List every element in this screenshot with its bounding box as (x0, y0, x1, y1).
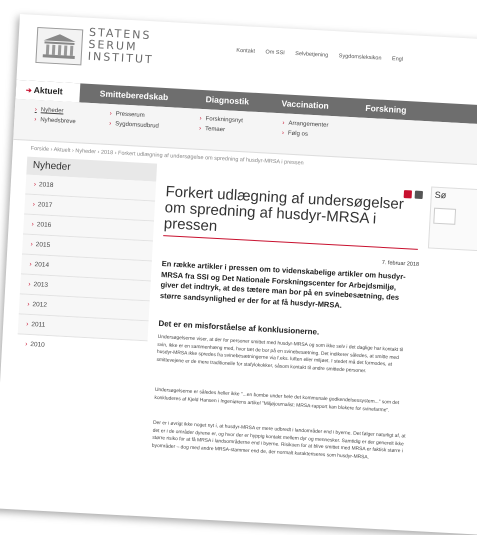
subnav-col-4: Arrangementer Følg os (282, 118, 329, 140)
chevron-right-icon: › (32, 200, 36, 209)
tab-label: Aktuelt (33, 84, 63, 97)
sidebar-item-label: 2016 (36, 221, 52, 229)
arrow-icon: ➔ (25, 87, 32, 95)
chevron-right-icon: › (30, 240, 33, 249)
sidebar-item-label: 2018 (38, 181, 54, 190)
subnav-item-sygdomsudbrud[interactable]: Sygdomsudbrud (109, 119, 159, 132)
chevron-right-icon: › (28, 280, 31, 288)
article-subheading: Det er en misforståelse af konklusionern… (158, 318, 320, 337)
brand-line-3: INSTITUT (87, 49, 154, 67)
chevron-right-icon: › (31, 220, 34, 229)
article: Forkert udlægning af undersøgelser om sp… (152, 172, 424, 460)
subnav-col-2: Presserum Sygdomsudbrud (109, 109, 160, 132)
subnav-col-1: Nyheder Nyhedsbreve (34, 105, 76, 127)
brand-name: STATENS SERUM INSTITUT (87, 26, 155, 67)
sidebar-item-label: 2011 (31, 321, 46, 329)
page-photo: STATENS SERUM INSTITUT Kontakt Om SSI Se… (0, 14, 477, 535)
sidebar-item-label: 2015 (35, 241, 51, 249)
subnav-col-3: Forskningsnyt Temaer (199, 114, 243, 136)
chevron-right-icon: › (26, 320, 29, 328)
sidebar-item-label: 2014 (34, 261, 50, 269)
article-paragraph-1: Undersøgelserne viser, at der for person… (156, 334, 404, 375)
ssi-logo[interactable] (35, 26, 84, 66)
sidebar-item-label: 2017 (37, 201, 53, 210)
chevron-right-icon: › (27, 300, 30, 308)
right-panel-label: Sø (434, 189, 447, 201)
article-paragraph-2: Undersøgelserne er således heller ikke "… (154, 387, 400, 414)
toplink-selvbetjening[interactable]: Selvbetjening (295, 51, 328, 59)
subnav-item-nyhedsbreve[interactable]: Nyhedsbreve (34, 115, 76, 127)
sidebar-item-label: 2012 (32, 301, 48, 309)
top-links: Kontakt Om SSI Selvbetjening Sygdomsleks… (236, 48, 412, 64)
toplink-om-ssi[interactable]: Om SSI (265, 49, 285, 56)
toplink-kontakt[interactable]: Kontakt (236, 48, 255, 55)
chevron-right-icon: › (24, 340, 28, 348)
toplink-english[interactable]: Engl (392, 56, 403, 63)
sidebar: Nyheder › 2018 › 2017 › 2016 › 2015 › 2014 › 2… (16, 156, 158, 361)
sidebar-item-label: 2010 (30, 341, 45, 349)
tab-vaccination[interactable]: Vaccination (281, 94, 329, 116)
article-paragraph-3: Der er i øvrigt ikke noget nyt i, at hus… (151, 420, 406, 461)
article-date: 7. februar 2018 (381, 259, 420, 268)
building-icon (42, 34, 76, 60)
toplink-sygdomsleksikon[interactable]: Sygdomsleksikon (339, 53, 382, 61)
sidebar-item-label: 2013 (33, 281, 49, 289)
chevron-right-icon: › (33, 181, 37, 189)
article-lead: En række artikler i pressen om to videns… (159, 259, 406, 310)
chevron-right-icon: › (29, 260, 32, 268)
right-search-input[interactable] (433, 207, 457, 225)
tab-diagnostik[interactable]: Diagnostik (205, 90, 249, 111)
right-search-panel: Sø (427, 186, 477, 253)
tab-forskning[interactable]: Forskning (365, 99, 407, 120)
